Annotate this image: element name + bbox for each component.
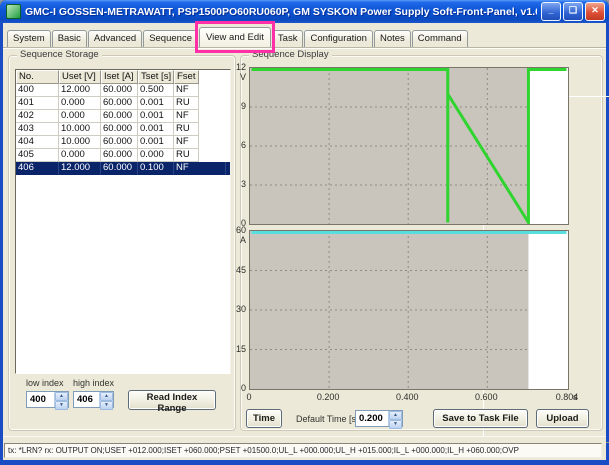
upload-button[interactable]: Upload [536,409,589,428]
table-cell: 10.000 [59,136,101,149]
table-cell: NF [174,136,199,149]
table-cell: RU [174,97,199,110]
status-bar: tx: *LRN? rx: OUTPUT ON;USET +012.000;IS… [4,443,602,458]
table-cell: 60.000 [101,136,138,149]
spin-up-icon[interactable]: ▲ [55,392,68,401]
high-index-spinner[interactable]: 406 ▲ ▼ [73,391,114,408]
annotation-highlight-box [195,21,275,53]
read-index-range-button[interactable]: Read Index Range [128,390,216,410]
spin-down-icon[interactable]: ▼ [389,420,402,429]
table-row[interactable]: 4010.00060.0000.001RU [16,97,230,110]
tab-task[interactable]: Task [272,30,304,47]
table-cell: 12.000 [59,162,101,175]
tab-command[interactable]: Command [412,30,468,47]
tab-advanced[interactable]: Advanced [88,30,142,47]
titlebar[interactable]: GMC-I GOSSEN-METRAWATT, PSP1500PO60RU060… [0,0,609,23]
table-row[interactable]: 4050.00060.0000.000RU [16,149,230,162]
table-cell: 0.000 [59,149,101,162]
column-header: Uset [V] [59,70,101,84]
table-row[interactable]: 40310.00060.0000.001RU [16,123,230,136]
table-cell: 404 [16,136,59,149]
table-cell: 0.001 [138,136,174,149]
column-header: No. [16,70,59,84]
spin-up-icon[interactable]: ▲ [389,411,402,420]
high-index-value[interactable]: 406 [74,392,99,407]
table-cell: 60.000 [101,149,138,162]
default-time-label: Default Time [s] [296,414,359,424]
table-row[interactable]: 40612.00060.0000.100NF [16,162,230,175]
table-row[interactable]: 40410.00060.0000.001NF [16,136,230,149]
default-time-value[interactable]: 0.200 [356,411,388,426]
default-time-spin-buttons[interactable]: ▲ ▼ [388,411,402,426]
spin-down-icon[interactable]: ▼ [100,401,113,410]
table-cell: 0.000 [59,97,101,110]
table-cell: RU [174,123,199,136]
save-to-task-file-button[interactable]: Save to Task File [433,409,528,428]
default-time-spinner[interactable]: 0.200 ▲ ▼ [355,410,403,427]
tab-configuration[interactable]: Configuration [304,30,373,47]
tab-system[interactable]: System [7,30,51,47]
table-cell: 60.000 [101,123,138,136]
column-header: Fset [174,70,199,84]
table-cell: 10.000 [59,123,101,136]
maximize-button-icon[interactable]: ❏ [563,2,583,21]
sequence-storage-title: Sequence Storage [17,49,102,60]
table-cell: 402 [16,110,59,123]
app-window: GMC-I GOSSEN-METRAWATT, PSP1500PO60RU060… [0,0,609,465]
table-cell: 0.001 [138,110,174,123]
sequence-storage-groupbox: Sequence Storage No.Uset [V]Iset [A]Tset… [8,55,236,431]
table-cell: 60.000 [101,162,138,175]
table-cell: 0.000 [138,149,174,162]
minimize-button-icon[interactable]: _ [541,2,561,21]
table-cell: 12.000 [59,84,101,97]
table-cell: 0.500 [138,84,174,97]
high-index-label: high index [73,378,114,388]
table-cell: 400 [16,84,59,97]
tab-basic[interactable]: Basic [52,30,87,47]
low-index-spin-buttons[interactable]: ▲ ▼ [54,392,68,407]
sequence-display-groupbox: Sequence Display Time Default Time [s] 0… [240,55,603,431]
spin-down-icon[interactable]: ▼ [55,401,68,410]
tab-notes[interactable]: Notes [374,30,411,47]
table-cell: 401 [16,97,59,110]
window-body: SystemBasicAdvancedSequenceView and Edit… [3,23,606,459]
table-cell: 405 [16,149,59,162]
app-icon [6,4,21,19]
table-cell: RU [174,149,199,162]
column-header: Iset [A] [101,70,138,84]
tab-sequence[interactable]: Sequence [143,30,198,47]
close-button-icon[interactable]: ✕ [585,2,605,21]
table-cell: NF [174,162,226,175]
table-row[interactable]: 4020.00060.0000.001NF [16,110,230,123]
low-index-value[interactable]: 400 [27,392,54,407]
status-area: tx: *LRN? rx: OUTPUT ON;USET +012.000;IS… [3,436,606,460]
table-cell: 403 [16,123,59,136]
low-index-label: low index [26,378,64,388]
table-cell: 60.000 [101,84,138,97]
table-cell: 0.000 [59,110,101,123]
chart-panel [483,96,609,443]
table-cell: 60.000 [101,110,138,123]
table-cell: 0.001 [138,97,174,110]
window-title: GMC-I GOSSEN-METRAWATT, PSP1500PO60RU060… [25,6,537,18]
time-button[interactable]: Time [246,409,282,428]
low-index-spinner[interactable]: 400 ▲ ▼ [26,391,69,408]
table-cell: 0.100 [138,162,174,175]
table-cell: NF [174,84,199,97]
table-cell: NF [174,110,199,123]
high-index-spin-buttons[interactable]: ▲ ▼ [99,392,113,407]
sequence-storage-table[interactable]: No.Uset [V]Iset [A]Tset [s]Fset40012.000… [15,69,231,374]
table-cell: 60.000 [101,97,138,110]
column-header: Tset [s] [138,70,174,84]
table-row[interactable]: 40012.00060.0000.500NF [16,84,230,97]
spin-up-icon[interactable]: ▲ [100,392,113,401]
table-cell: 0.001 [138,123,174,136]
table-cell: 406 [16,162,59,175]
